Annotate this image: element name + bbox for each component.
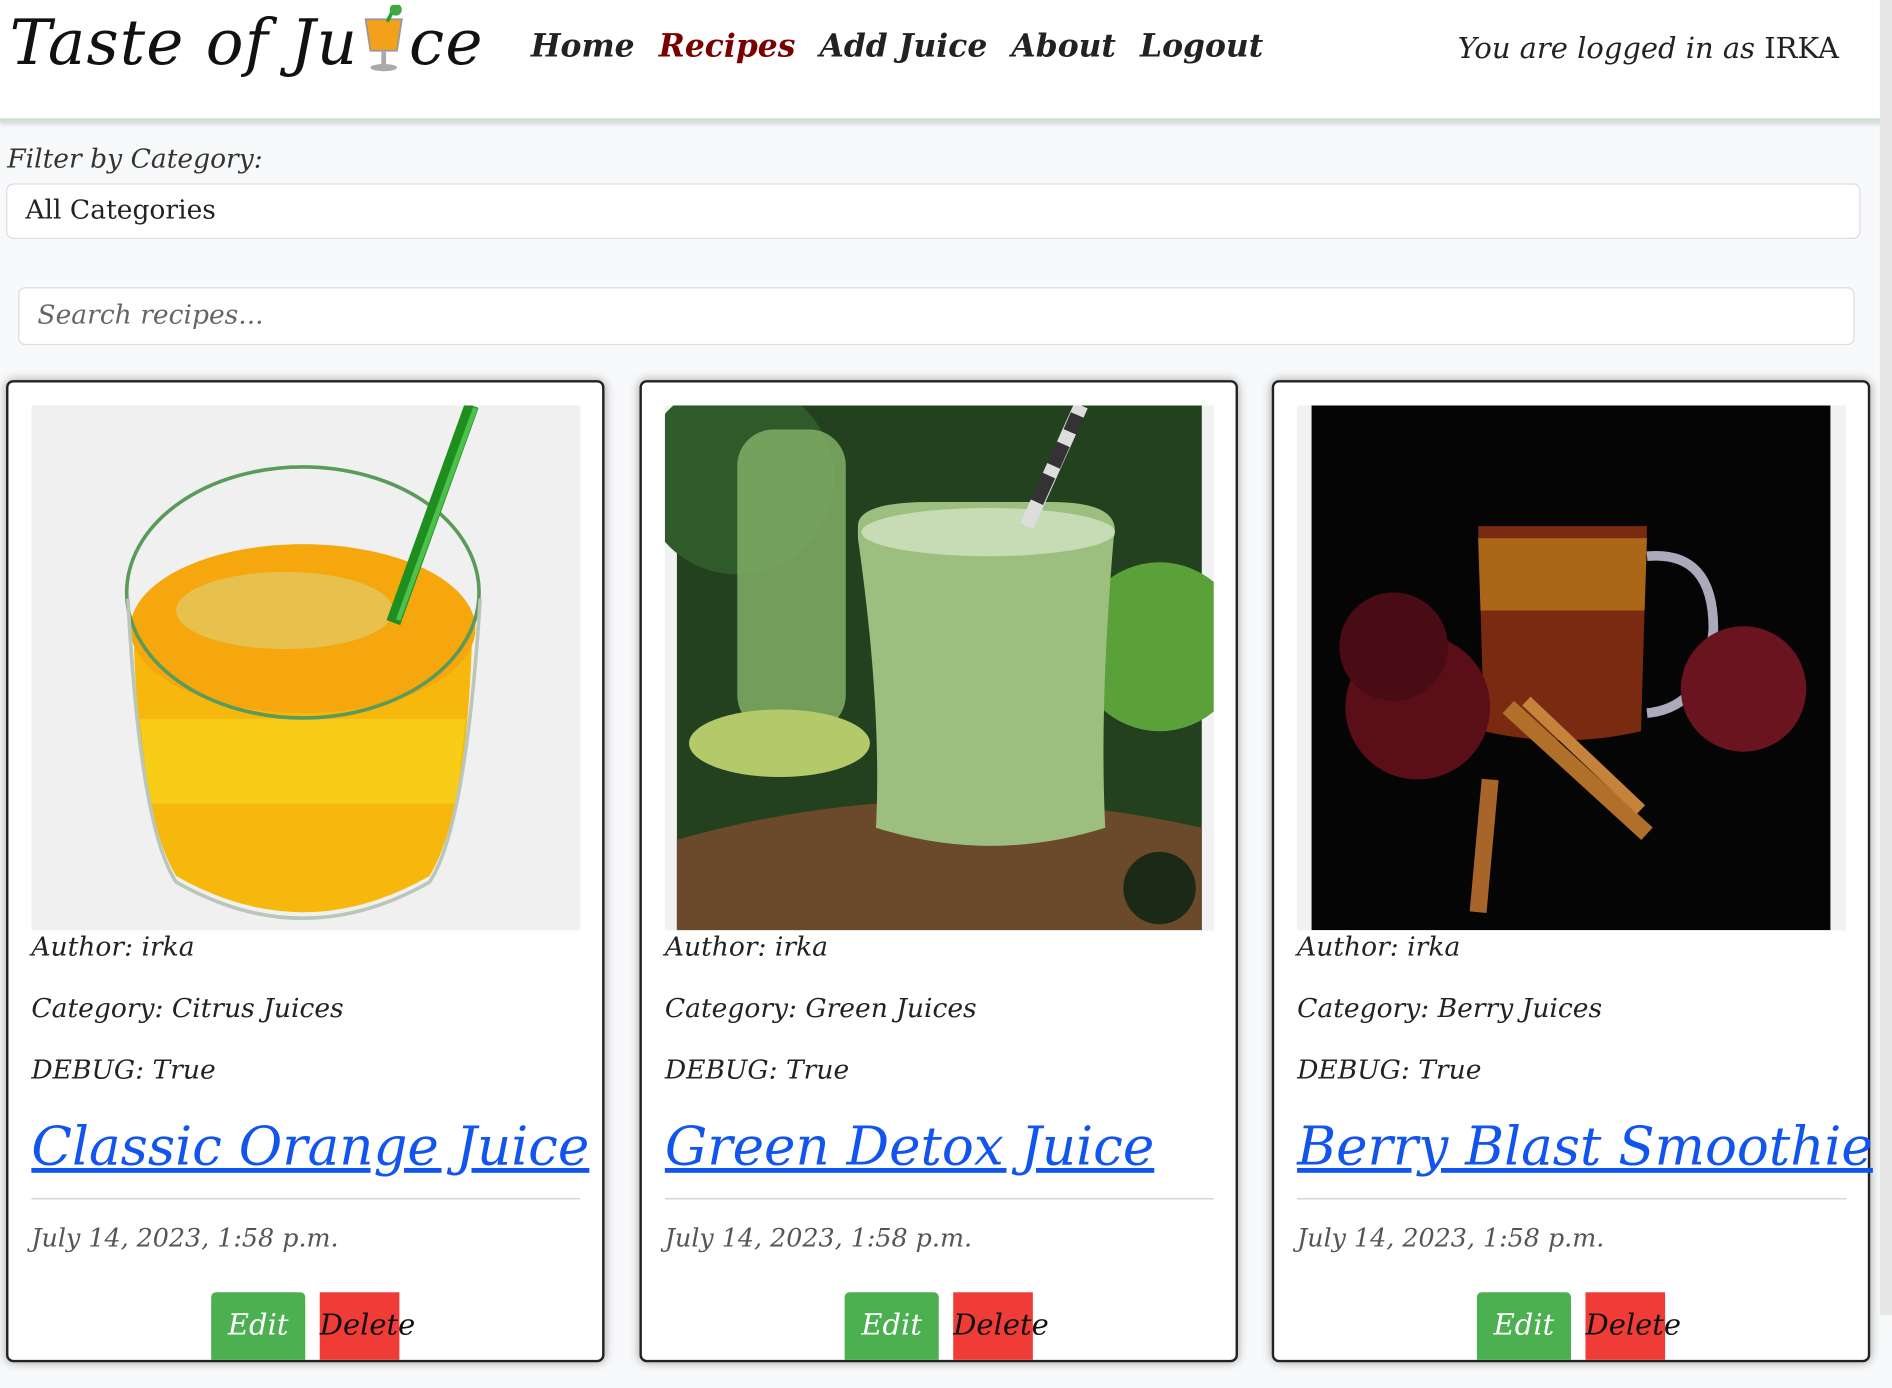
recipe-author: Author: irka	[31, 932, 195, 963]
recipe-title-link[interactable]: Classic Orange Juice	[31, 1116, 589, 1178]
delete-button[interactable]: Delete	[319, 1292, 415, 1360]
login-prefix: You are logged in as	[1457, 31, 1756, 66]
divider	[1297, 1198, 1847, 1200]
login-username: IRKA	[1764, 31, 1839, 66]
edit-button[interactable]: Edit	[844, 1292, 939, 1360]
delete-button[interactable]: Delete	[953, 1292, 1049, 1360]
recipe-debug: DEBUG: True	[31, 1055, 216, 1086]
edit-button[interactable]: Edit	[211, 1292, 306, 1360]
brand-text-end: ce	[408, 7, 484, 80]
recipe-date: July 14, 2023, 1:58 p.m.	[1297, 1223, 1605, 1253]
brand-logo[interactable]: Taste of Ju ce	[9, 3, 484, 91]
edit-button[interactable]: Edit	[1476, 1292, 1571, 1360]
recipe-card: Author: irka Category: Green Juices DEBU…	[639, 380, 1238, 1363]
scrollbar[interactable]	[1879, 0, 1892, 1316]
recipe-category: Category: Green Juices	[664, 994, 977, 1025]
navbar: Taste of Ju ce Home Recipes Add Juice Ab…	[0, 0, 1883, 122]
divider	[31, 1198, 581, 1200]
recipe-author: Author: irka	[1297, 932, 1461, 963]
recipe-title-link[interactable]: Green Detox Juice	[665, 1116, 1154, 1178]
nav-add-juice[interactable]: Add Juice	[820, 29, 988, 65]
brand-text-start: Taste of Ju	[9, 7, 359, 80]
nav-home[interactable]: Home	[531, 29, 635, 65]
recipe-date: July 14, 2023, 1:58 p.m.	[664, 1223, 973, 1253]
recipe-card: Author: irka Category: Citrus Juices DEB…	[6, 380, 605, 1363]
recipe-author: Author: irka	[664, 932, 829, 963]
divider	[664, 1198, 1214, 1200]
recipe-date: July 14, 2023, 1:58 p.m.	[31, 1223, 339, 1253]
recipe-title-link[interactable]: Berry Blast Smoothie	[1297, 1116, 1873, 1178]
nav-logout[interactable]: Logout	[1140, 29, 1263, 65]
recipe-image-orange-juice	[31, 405, 581, 931]
nav-recipes[interactable]: Recipes	[659, 29, 796, 65]
recipe-category: Category: Berry Juices	[1297, 994, 1603, 1025]
search-input[interactable]: Search recipes...	[18, 287, 1855, 346]
delete-button[interactable]: Delete	[1585, 1292, 1681, 1360]
recipe-category: Category: Citrus Juices	[31, 994, 344, 1025]
recipe-card: Author: irka Category: Berry Juices DEBU…	[1271, 380, 1873, 1363]
recipe-image-green-detox	[664, 405, 1214, 931]
recipe-image-berry-blast	[1297, 405, 1847, 931]
juice-glass-icon	[361, 3, 407, 91]
filter-label: Filter by Category:	[7, 144, 263, 175]
recipe-debug: DEBUG: True	[1297, 1055, 1482, 1086]
category-select[interactable]: All Categories	[6, 183, 1861, 239]
nav-about[interactable]: About	[1011, 29, 1116, 65]
recipe-debug: DEBUG: True	[664, 1055, 850, 1086]
main-nav: Home Recipes Add Juice About Logout	[531, 29, 1287, 65]
login-status: You are logged in as IRKA	[1458, 31, 1839, 65]
